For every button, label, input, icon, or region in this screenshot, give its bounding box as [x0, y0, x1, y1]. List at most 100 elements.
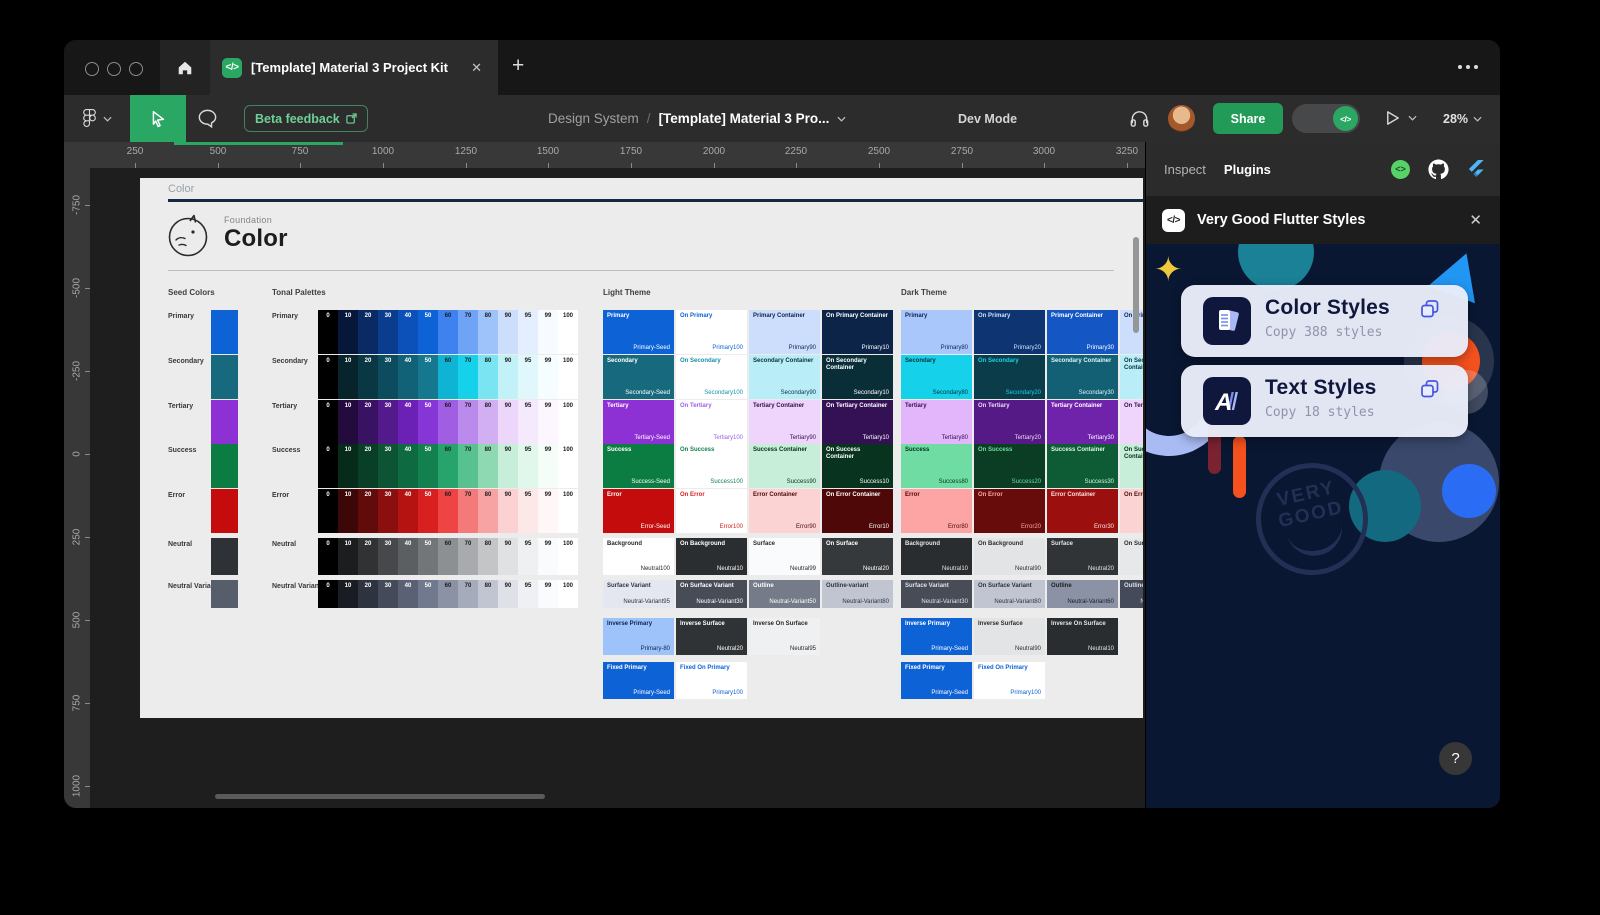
tonal-step-swatch[interactable]: 100	[558, 489, 578, 533]
flutter-icon[interactable]	[1467, 159, 1486, 180]
tonal-palette-row[interactable]: 01020304050607080909599100	[318, 400, 578, 444]
tonal-step-swatch[interactable]: 70	[458, 355, 478, 399]
tonal-step-swatch[interactable]: 90	[498, 310, 518, 354]
tonal-palette-row[interactable]: 01020304050607080909599100	[318, 310, 578, 354]
tonal-step-swatch[interactable]: 90	[498, 538, 518, 575]
tonal-step-swatch[interactable]: 30	[378, 489, 398, 533]
theme-color-card[interactable]: SuccessSuccess80	[901, 444, 972, 488]
tonal-step-swatch[interactable]: 40	[398, 355, 418, 399]
theme-color-card[interactable]: SecondarySecondary80	[901, 355, 972, 399]
tonal-step-swatch[interactable]: 60	[438, 310, 458, 354]
tonal-step-swatch[interactable]: 100	[558, 580, 578, 608]
tonal-step-swatch[interactable]: 70	[458, 310, 478, 354]
tonal-step-swatch[interactable]: 60	[438, 355, 458, 399]
tonal-step-swatch[interactable]: 40	[398, 310, 418, 354]
color-styles-card[interactable]: Color Styles Copy 388 styles	[1181, 285, 1468, 357]
theme-color-card[interactable]: Outline-variantNeutral-Variant30	[1120, 580, 1143, 608]
tonal-step-swatch[interactable]: 95	[518, 400, 538, 444]
copy-icon[interactable]	[1420, 299, 1440, 319]
theme-color-card[interactable]: Secondary ContainerSecondary30	[1047, 355, 1118, 399]
tonal-step-swatch[interactable]: 40	[398, 444, 418, 488]
tonal-step-swatch[interactable]: 20	[358, 489, 378, 533]
tonal-step-swatch[interactable]: 90	[498, 400, 518, 444]
tonal-step-swatch[interactable]: 10	[338, 310, 358, 354]
tonal-step-swatch[interactable]: 20	[358, 580, 378, 608]
new-tab-button[interactable]: +	[512, 54, 524, 78]
theme-color-card[interactable]: On SecondarySecondary20	[974, 355, 1045, 399]
seed-color-swatch[interactable]	[211, 580, 238, 608]
tonal-step-swatch[interactable]: 0	[318, 489, 338, 533]
huddle-button[interactable]	[1128, 107, 1151, 135]
theme-color-card[interactable]: Inverse SurfaceNeutral90	[974, 618, 1045, 655]
tonal-step-swatch[interactable]: 20	[358, 444, 378, 488]
theme-color-card[interactable]: SuccessSuccess-Seed	[603, 444, 674, 488]
theme-color-card[interactable]: On Tertiary ContainerTertiary10	[822, 400, 893, 444]
theme-color-card[interactable]: Primary ContainerPrimary30	[1047, 310, 1118, 354]
tonal-step-swatch[interactable]: 40	[398, 580, 418, 608]
tonal-step-swatch[interactable]: 10	[338, 355, 358, 399]
theme-color-card[interactable]: Success ContainerSuccess90	[749, 444, 820, 488]
color-frame[interactable]: Color Foundation Color Seed Colors Tonal…	[140, 178, 1143, 718]
tonal-step-swatch[interactable]: 10	[338, 580, 358, 608]
tonal-step-swatch[interactable]: 99	[538, 444, 558, 488]
theme-color-card[interactable]: On Tertiary ContainerTertiary90	[1120, 400, 1143, 444]
theme-color-card[interactable]: OutlineNeutral-Variant60	[1047, 580, 1118, 608]
tonal-step-swatch[interactable]: 50	[418, 444, 438, 488]
tonal-step-swatch[interactable]: 100	[558, 355, 578, 399]
tonal-step-swatch[interactable]: 20	[358, 538, 378, 575]
theme-color-card[interactable]: ErrorError80	[901, 489, 972, 533]
tonal-step-swatch[interactable]: 99	[538, 355, 558, 399]
tonal-step-swatch[interactable]: 10	[338, 538, 358, 575]
tonal-step-swatch[interactable]: 80	[478, 580, 498, 608]
theme-color-card[interactable]: Tertiary ContainerTertiary30	[1047, 400, 1118, 444]
tonal-step-swatch[interactable]: 30	[378, 400, 398, 444]
theme-color-card[interactable]: On Primary ContainerPrimary90	[1120, 310, 1143, 354]
theme-color-card[interactable]: Error ContainerError90	[749, 489, 820, 533]
tonal-step-swatch[interactable]: 100	[558, 400, 578, 444]
theme-color-card[interactable]: Surface VariantNeutral-Variant30	[901, 580, 972, 608]
theme-color-card[interactable]: Inverse PrimaryPrimary-Seed	[901, 618, 972, 655]
theme-color-card[interactable]: Surface VariantNeutral-Variant95	[603, 580, 674, 608]
tonal-step-swatch[interactable]: 30	[378, 444, 398, 488]
theme-color-card[interactable]: On Error ContainerError90	[1120, 489, 1143, 533]
theme-color-card[interactable]: On Secondary ContainerSecondary10	[822, 355, 893, 399]
tonal-step-swatch[interactable]: 95	[518, 355, 538, 399]
tonal-palette-row[interactable]: 01020304050607080909599100	[318, 444, 578, 488]
file-tab[interactable]: </> [Template] Material 3 Project Kit ✕	[210, 40, 498, 95]
theme-color-card[interactable]: On TertiaryTertiary100	[676, 400, 747, 444]
tonal-step-swatch[interactable]: 95	[518, 444, 538, 488]
page-nav-label[interactable]: Color	[168, 183, 194, 195]
seed-color-swatch[interactable]	[211, 310, 238, 354]
present-button[interactable]	[1384, 109, 1417, 127]
tonal-step-swatch[interactable]: 50	[418, 538, 438, 575]
move-tool-button[interactable]	[130, 95, 186, 142]
dev-mode-toggle[interactable]: </>	[1292, 104, 1360, 133]
tonal-step-swatch[interactable]: 99	[538, 538, 558, 575]
theme-color-card[interactable]: On ErrorError20	[974, 489, 1045, 533]
tonal-step-swatch[interactable]: 95	[518, 489, 538, 533]
tonal-step-swatch[interactable]: 90	[498, 489, 518, 533]
tonal-step-swatch[interactable]: 0	[318, 580, 338, 608]
theme-color-card[interactable]: On Surface VariantNeutral-Variant80	[974, 580, 1045, 608]
beta-feedback-button[interactable]: Beta feedback	[244, 105, 368, 132]
tonal-step-swatch[interactable]: 0	[318, 538, 338, 575]
theme-color-card[interactable]: TertiaryTertiary80	[901, 400, 972, 444]
theme-color-card[interactable]: On Secondary ContainerSecondary90	[1120, 355, 1143, 399]
vscode-plugin-icon[interactable]: <>	[1391, 160, 1410, 179]
theme-color-card[interactable]: Primary ContainerPrimary90	[749, 310, 820, 354]
theme-color-card[interactable]: Inverse On SurfaceNeutral95	[749, 618, 820, 655]
home-tab[interactable]	[160, 40, 210, 95]
close-window-button[interactable]	[85, 62, 99, 76]
seed-color-swatch[interactable]	[211, 400, 238, 444]
seed-color-swatch[interactable]	[211, 444, 238, 488]
theme-color-card[interactable]: Inverse On SurfaceNeutral10	[1047, 618, 1118, 655]
tonal-step-swatch[interactable]: 10	[338, 400, 358, 444]
theme-color-card[interactable]: On Primary ContainerPrimary10	[822, 310, 893, 354]
theme-color-card[interactable]: Inverse SurfaceNeutral20	[676, 618, 747, 655]
tonal-step-swatch[interactable]: 0	[318, 400, 338, 444]
copy-icon[interactable]	[1420, 379, 1440, 399]
tonal-step-swatch[interactable]: 40	[398, 538, 418, 575]
tonal-step-swatch[interactable]: 99	[538, 400, 558, 444]
theme-color-card[interactable]: On BackgroundNeutral10	[676, 538, 747, 575]
theme-color-card[interactable]: On PrimaryPrimary100	[676, 310, 747, 354]
